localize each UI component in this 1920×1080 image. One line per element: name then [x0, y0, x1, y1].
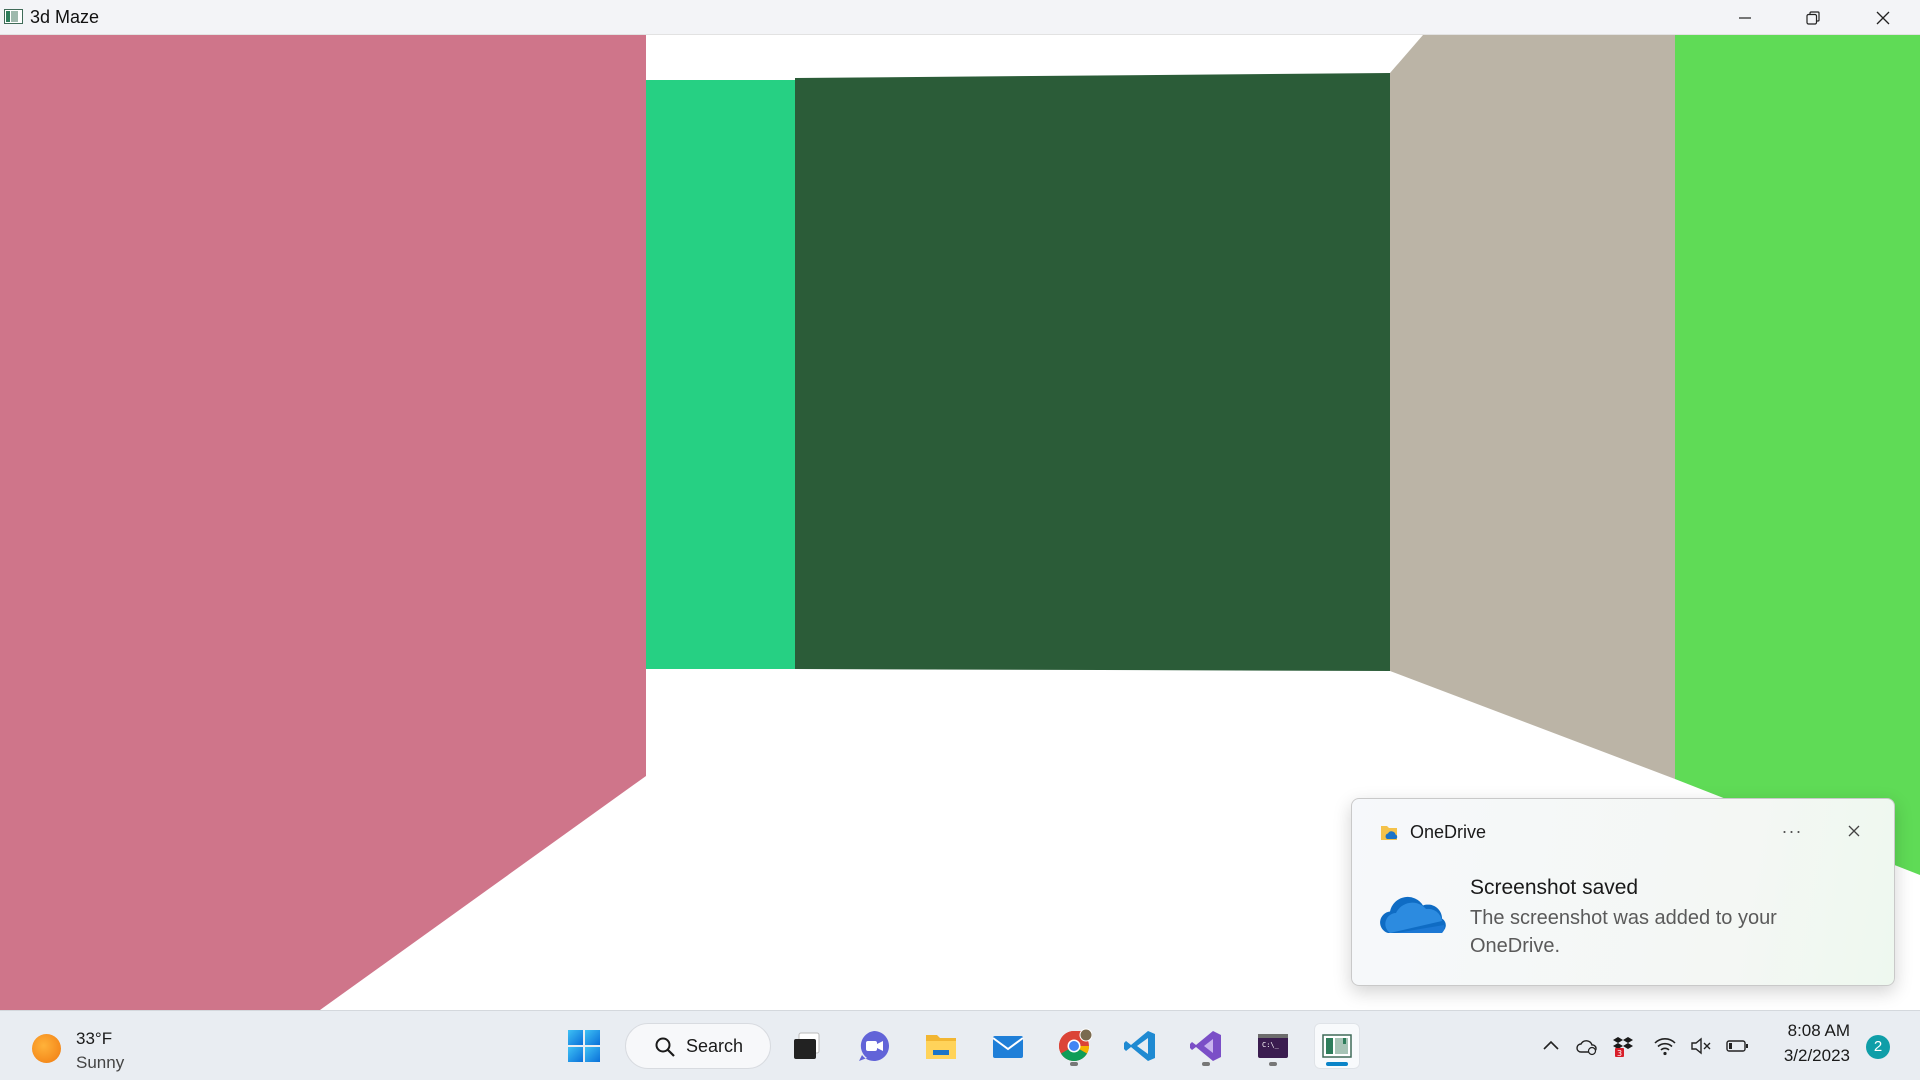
taskbar: 33°F Sunny Search C:\_ 3 8:08 AM 3/2/202… [0, 1010, 1920, 1080]
weather-temperature: 33°F [76, 1029, 113, 1048]
maze-app-icon [1322, 1034, 1352, 1058]
toast-close-button[interactable] [1832, 811, 1876, 851]
toast-body: The screenshot was added to your OneDriv… [1470, 907, 1777, 957]
battery-button[interactable] [1724, 1033, 1750, 1059]
maze-app-icon [4, 9, 23, 24]
onedrive-folder-icon [1381, 826, 1398, 840]
onedrive-tray-button[interactable] [1574, 1033, 1600, 1059]
clock-time[interactable]: 8:08 AM [1770, 1021, 1850, 1041]
onedrive-sync-icon [1576, 1040, 1597, 1056]
dropbox-tray-button[interactable]: 3 [1610, 1033, 1636, 1059]
right-green-wall [1675, 35, 1920, 875]
battery-icon [1726, 1040, 1748, 1052]
clock-date[interactable]: 3/2/2023 [1770, 1046, 1850, 1066]
minimize-button[interactable] [1710, 0, 1780, 35]
maze-app-button[interactable] [1314, 1023, 1360, 1069]
start-button[interactable] [561, 1023, 607, 1069]
toast-app-name: OneDrive [1410, 822, 1487, 842]
close-icon [1848, 825, 1860, 837]
folder-icon [926, 1035, 956, 1059]
task-view-button[interactable] [784, 1023, 830, 1069]
visual-studio-icon [1190, 1031, 1221, 1061]
search-label: Search [686, 1036, 744, 1056]
terminal-button[interactable]: C:\_ [1250, 1023, 1296, 1069]
running-indicator [1202, 1062, 1210, 1066]
windows-logo-icon [568, 1030, 600, 1062]
teams-chat-icon [859, 1031, 889, 1061]
file-explorer-button[interactable] [918, 1023, 964, 1069]
volume-muted-icon [1691, 1037, 1711, 1055]
toast-more-button[interactable]: ··· [1770, 811, 1814, 851]
onedrive-icon [1380, 896, 1446, 933]
mail-icon [992, 1036, 1024, 1058]
restore-button[interactable] [1778, 0, 1848, 35]
volume-button[interactable] [1688, 1033, 1714, 1059]
onedrive-notification[interactable]: OneDrive ··· Screenshot saved The screen… [1351, 798, 1895, 986]
chrome-icon [1058, 1028, 1092, 1062]
back-wall [795, 73, 1390, 671]
vscode-button[interactable] [1117, 1023, 1163, 1069]
right-side-wall [1390, 35, 1675, 779]
left-wall [0, 35, 646, 1010]
taskbar-search[interactable]: Search [625, 1023, 771, 1069]
minimize-icon [1739, 16, 1751, 19]
running-indicator [1326, 1062, 1348, 1066]
running-indicator [1070, 1062, 1078, 1066]
vscode-icon [1124, 1031, 1155, 1061]
weather-condition: Sunny [76, 1053, 125, 1072]
dropbox-icon: 3 [1613, 1037, 1633, 1058]
close-icon [1876, 11, 1890, 24]
mail-button[interactable] [985, 1023, 1031, 1069]
terminal-icon: C:\_ [1258, 1034, 1288, 1058]
dropbox-badge-count: 3 [1617, 1049, 1622, 1058]
toast-title: Screenshot saved [1470, 876, 1639, 899]
notification-count-badge[interactable]: 2 [1866, 1035, 1890, 1059]
teams-chat-button[interactable] [851, 1023, 897, 1069]
title-bar: 3d Maze [0, 0, 1920, 35]
wifi-icon [1654, 1038, 1676, 1056]
visual-studio-button[interactable] [1183, 1023, 1229, 1069]
chevron-up-icon [1543, 1040, 1559, 1050]
weather-widget[interactable]: 33°F Sunny [28, 1021, 158, 1072]
sun-icon [32, 1034, 61, 1063]
window-title: 3d Maze [30, 7, 100, 27]
close-button[interactable] [1848, 0, 1918, 35]
svg-text:C:\_: C:\_ [1262, 1041, 1280, 1049]
chrome-button[interactable] [1051, 1023, 1097, 1069]
search-icon [655, 1037, 675, 1057]
running-indicator [1269, 1062, 1277, 1066]
show-hidden-icons-button[interactable] [1538, 1033, 1564, 1059]
teal-wall [646, 80, 795, 669]
restore-icon [1806, 10, 1820, 25]
network-button[interactable] [1652, 1033, 1678, 1059]
task-view-icon [794, 1032, 820, 1059]
